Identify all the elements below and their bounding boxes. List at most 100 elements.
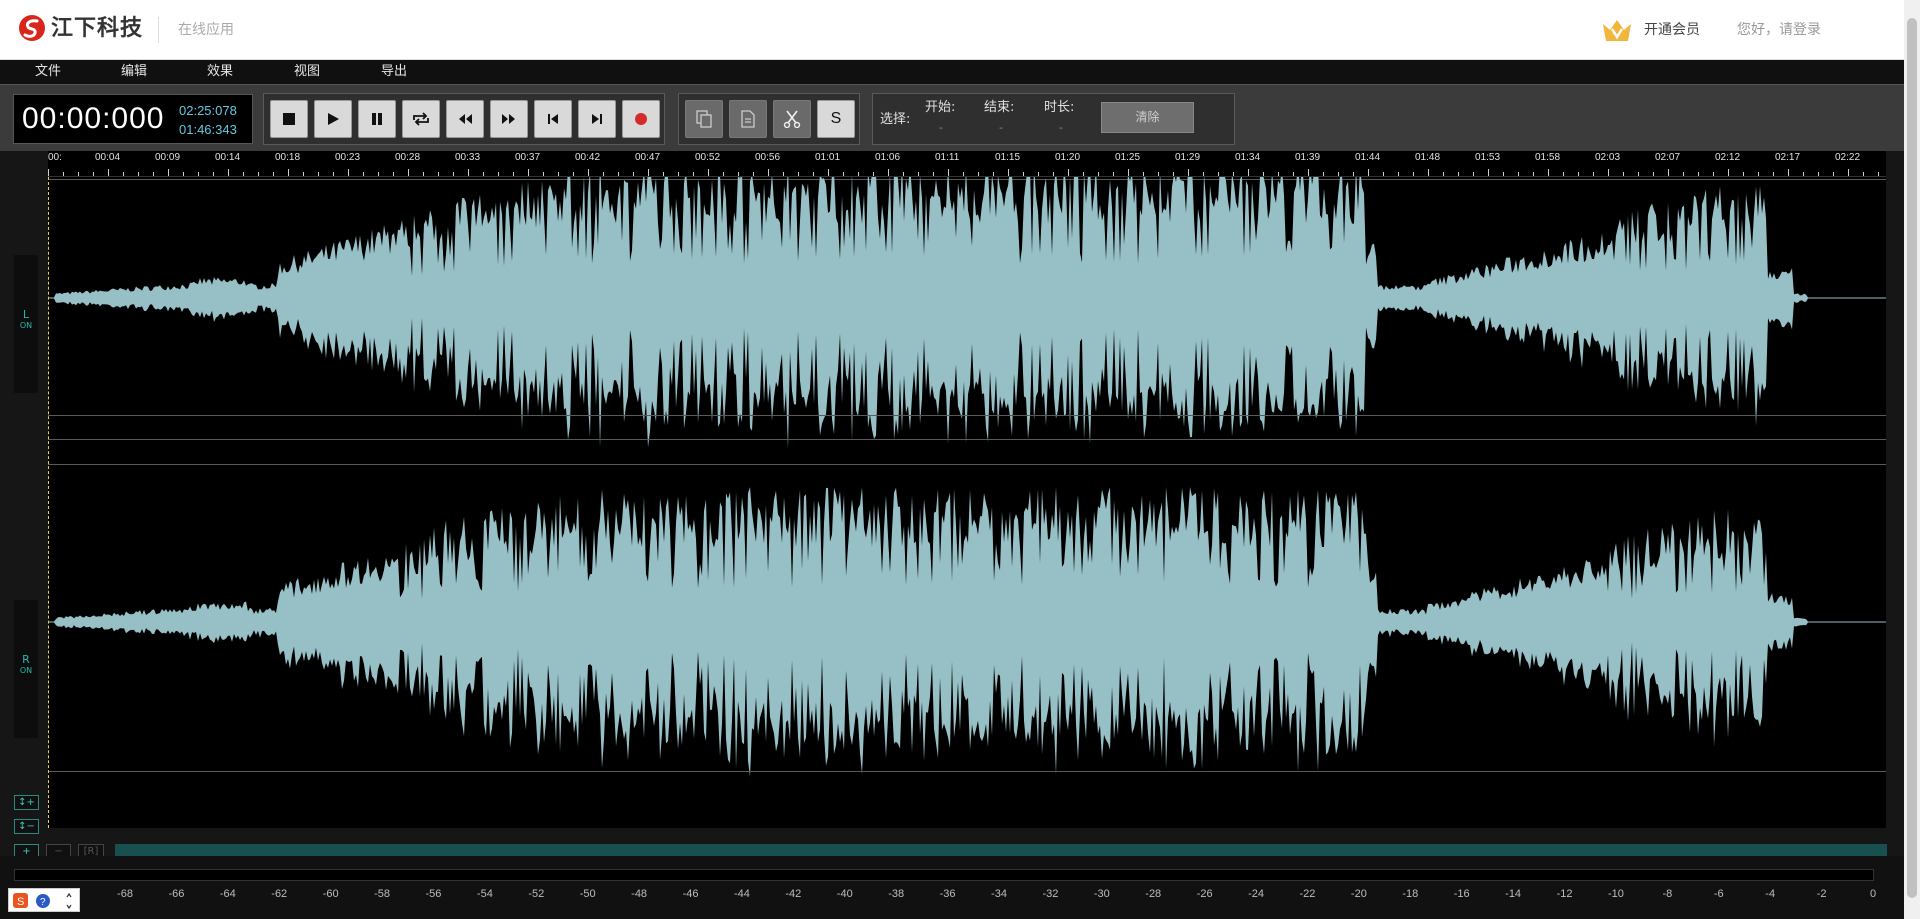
db-scale-label: -44 (733, 888, 750, 900)
ruler-tick (1518, 172, 1519, 176)
loop-button[interactable] (402, 100, 440, 138)
silence-button[interactable]: S (817, 100, 855, 138)
pause-button[interactable] (358, 100, 396, 138)
ruler-tick (708, 169, 709, 176)
menu-edit[interactable]: 编辑 (121, 60, 147, 84)
ruler-tick (1218, 172, 1219, 176)
db-scale-label: -34 (991, 888, 1007, 900)
header-divider (158, 17, 159, 43)
ruler-label: 02:12 (1715, 152, 1741, 163)
ruler-tick (498, 172, 499, 176)
ruler-tick (183, 172, 184, 176)
stop-button[interactable] (270, 100, 308, 138)
ruler-tick (1818, 172, 1819, 176)
time-ruler[interactable]: 00: 00:04 00:09 00:14 00:18 00:23 00:28 00:33 00… (48, 151, 1886, 177)
ruler-tick (78, 172, 79, 176)
waveform-tracks[interactable] (48, 177, 1886, 828)
ruler-tick (723, 172, 724, 176)
track-right-bottom-line (48, 771, 1886, 772)
ruler-tick (963, 172, 964, 176)
db-scale-label: -24 (1248, 888, 1264, 900)
ruler-label: 01:29 (1175, 152, 1201, 163)
ruler-tick (138, 172, 139, 176)
ruler-tick (168, 169, 169, 176)
skip-to-start-button[interactable] (534, 100, 572, 138)
ruler-tick (258, 172, 259, 176)
waveform-right (48, 487, 1886, 777)
selection-end-value: - (999, 121, 1003, 134)
vertical-zoom-in-button[interactable]: ↕+ (14, 795, 39, 810)
svg-text:S: S (17, 896, 24, 908)
menu-bar: 文件 编辑 效果 视图 导出 (0, 60, 1904, 84)
vip-crown-icon[interactable] (1600, 16, 1634, 44)
page-scrollbar-thumb[interactable] (1907, 18, 1917, 898)
open-membership-link[interactable]: 开通会员 (1644, 20, 1700, 40)
transport-controls (263, 93, 665, 145)
cut-button[interactable] (773, 100, 811, 138)
waveform-shape (48, 177, 1886, 449)
db-scale-label: -48 (631, 888, 648, 900)
channel-right-toggle[interactable]: R ON (14, 600, 38, 738)
ruler-tick (153, 172, 154, 176)
ruler-tick (1473, 172, 1474, 176)
menu-file[interactable]: 文件 (35, 60, 61, 84)
ruler-tick (993, 172, 994, 176)
ruler-tick (1068, 169, 1069, 176)
ruler-tick (1293, 172, 1294, 176)
ruler-tick (888, 169, 889, 176)
db-scale-label: -56 (425, 888, 442, 900)
channel-left-toggle[interactable]: L ON (14, 255, 38, 393)
page-scrollbar[interactable] (1904, 0, 1920, 919)
ruler-tick (483, 172, 484, 176)
clear-selection-button[interactable]: 清除 (1101, 102, 1194, 133)
time-display: 00:00:000 02:25:078 01:46:343 (13, 94, 253, 144)
rewind-icon (459, 114, 472, 124)
ruler-tick (1563, 172, 1564, 176)
cut-icon (783, 110, 801, 128)
ruler-tick (378, 172, 379, 176)
ruler-tick (693, 172, 694, 176)
menu-view[interactable]: 视图 (294, 60, 320, 84)
ruler-label: 00:09 (155, 152, 181, 163)
ruler-tick (1863, 172, 1864, 176)
level-meter-bar (14, 869, 1874, 881)
ruler-tick (768, 169, 769, 176)
ruler-label: 01:44 (1355, 152, 1381, 163)
ruler-tick (1248, 169, 1249, 176)
login-link[interactable]: 您好，请登录 (1737, 20, 1821, 40)
skip-to-end-button[interactable] (578, 100, 616, 138)
track-right[interactable] (48, 466, 1886, 811)
rewind-button[interactable] (446, 100, 484, 138)
ruler-label: 01:39 (1295, 152, 1321, 163)
playhead-cursor[interactable] (48, 177, 49, 828)
ruler-tick (828, 169, 829, 176)
db-scale-label: -12 (1556, 888, 1573, 900)
paste-button[interactable] (729, 100, 767, 138)
waveform-editor: 00: 00:04 00:09 00:14 00:18 00:23 00:28 00:33 00… (0, 151, 1904, 859)
play-button[interactable] (314, 100, 352, 138)
copy-button[interactable] (685, 100, 723, 138)
db-scale-label: -58 (374, 888, 390, 900)
ruler-tick (918, 172, 919, 176)
ruler-tick (528, 169, 529, 176)
brand-name[interactable]: 江下科技 (51, 14, 143, 44)
ruler-tick (1263, 172, 1264, 176)
fast-forward-button[interactable] (490, 100, 528, 138)
menu-effects[interactable]: 效果 (207, 60, 233, 84)
db-scale-label: -46 (682, 888, 699, 900)
ruler-tick (1623, 172, 1624, 176)
ruler-tick (1833, 172, 1834, 176)
ruler-label: 01:25 (1115, 152, 1141, 163)
skip-to-end-icon (592, 114, 602, 124)
track-left[interactable] (48, 177, 1886, 466)
ime-toolbar[interactable]: S ? (8, 888, 80, 912)
ruler-tick (1803, 172, 1804, 176)
vertical-zoom-out-button[interactable]: ↕− (14, 819, 39, 834)
jiangxia-logo-icon[interactable] (18, 14, 46, 42)
ruler-tick (663, 172, 664, 176)
menu-export[interactable]: 导出 (381, 60, 407, 84)
db-scale-label: -6 (1713, 888, 1724, 900)
ruler-label: 02:22 (1835, 152, 1861, 163)
ruler-label: 00:33 (455, 152, 481, 163)
record-button[interactable] (622, 100, 660, 138)
